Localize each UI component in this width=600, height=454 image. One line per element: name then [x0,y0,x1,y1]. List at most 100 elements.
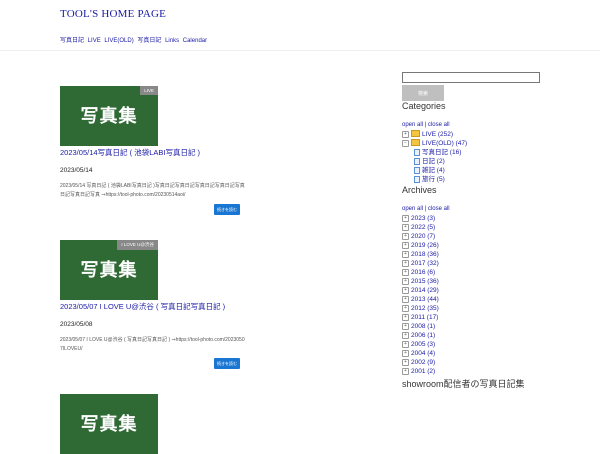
folder-icon [411,129,420,137]
nav-item-live[interactable]: LIVE [88,38,101,44]
nav-item-calendar[interactable]: Calendar [183,38,207,44]
archive-label[interactable]: 2015 (36) [411,278,439,285]
archive-item[interactable]: +2005 (3) [402,340,439,349]
category-item[interactable]: + LIVE (252) [402,129,467,139]
page-icon [414,148,420,156]
expand-icon[interactable]: + [402,232,409,240]
expand-icon[interactable]: + [402,295,409,303]
archive-item[interactable]: +2018 (36) [402,250,439,259]
nav-item-photo-diary[interactable]: 写真日記 [60,38,84,44]
archive-label[interactable]: 2017 (32) [411,260,439,267]
expand-icon[interactable]: + [402,322,409,330]
archive-item[interactable]: +2019 (26) [402,241,439,250]
expand-icon[interactable]: + [402,313,409,321]
expand-icon[interactable]: + [402,367,409,375]
post-title[interactable]: 2023/05/07 I LOVE U@渋谷 ( 写真日記写真日記 ) [60,301,250,312]
post-thumbnail[interactable]: 写真集 LIVE [60,86,158,146]
archive-label[interactable]: 2008 (1) [411,323,435,330]
archive-item[interactable]: +2008 (1) [402,322,439,331]
archives-toggle[interactable]: open all | close all [402,206,450,212]
page-icon [414,175,420,183]
archive-label[interactable]: 2013 (44) [411,296,439,303]
category-label[interactable]: LIVE (252) [422,131,453,138]
category-badge[interactable]: LIVE [140,86,158,95]
expand-icon[interactable]: + [402,358,409,366]
post-title[interactable]: 2023/05/14写真日記 ( 池袋LABI写真日記 ) [60,147,250,158]
archive-label[interactable]: 2004 (4) [411,350,435,357]
expand-icon[interactable]: + [402,349,409,357]
archive-label[interactable]: 2019 (26) [411,242,439,249]
archive-item[interactable]: +2016 (6) [402,268,439,277]
archive-label[interactable]: 2020 (7) [411,233,435,240]
category-item[interactable]: 写真日記 (16) [402,148,467,157]
archive-label[interactable]: 2022 (5) [411,224,435,231]
expand-icon[interactable]: + [402,250,409,258]
archive-item[interactable]: +2013 (44) [402,295,439,304]
expand-icon[interactable]: + [402,259,409,267]
archive-item[interactable]: +2015 (36) [402,277,439,286]
archive-label[interactable]: 2016 (6) [411,269,435,276]
nav-item-links[interactable]: Links [165,38,179,44]
archive-item[interactable]: +2001 (2) [402,367,439,376]
read-more-button[interactable]: 続きを読む [214,358,240,369]
search-input[interactable] [402,72,540,83]
page-icon [414,157,420,165]
category-label[interactable]: 日記 (2) [422,158,445,165]
expand-icon[interactable]: + [402,214,409,222]
category-badge[interactable]: I LOVE U@渋谷 [117,240,158,250]
thumbnail-text: 写真集 [80,106,138,127]
expand-icon[interactable]: + [402,331,409,339]
nav-item-photo-diary-2[interactable]: 写真日記 [137,38,161,44]
category-label[interactable]: 雑記 (4) [422,167,445,174]
post-date: 2023/05/08 [60,321,93,328]
expand-icon[interactable]: + [402,340,409,348]
archive-label[interactable]: 2001 (2) [411,368,435,375]
expand-icon[interactable]: + [402,130,409,138]
archive-label[interactable]: 2002 (9) [411,359,435,366]
archive-label[interactable]: 2012 (35) [411,305,439,312]
category-label[interactable]: LIVE(OLD) (47) [422,140,467,147]
post-thumbnail[interactable]: 写真集 [60,394,158,454]
archive-item[interactable]: +2014 (29) [402,286,439,295]
archive-label[interactable]: 2018 (36) [411,251,439,258]
archive-item[interactable]: +2011 (17) [402,313,439,322]
read-more-button[interactable]: 続きを読む [214,204,240,215]
post-date: 2023/05/14 [60,167,93,174]
site-title[interactable]: TOOL'S HOME PAGE [60,8,166,20]
archive-item[interactable]: +2004 (4) [402,349,439,358]
archive-item[interactable]: +2020 (7) [402,232,439,241]
expand-icon[interactable]: + [402,241,409,249]
category-item[interactable]: 旅行 (5) [402,175,467,184]
expand-icon[interactable]: + [402,223,409,231]
archive-label[interactable]: 2006 (1) [411,332,435,339]
archive-item[interactable]: +2022 (5) [402,223,439,232]
archive-label[interactable]: 2011 (17) [411,314,438,321]
expand-icon[interactable]: + [402,286,409,294]
post-excerpt: 2023/05/14 写真日記 ( 池袋LABI写真日記 )写真日記写真日記写真… [60,183,245,198]
expand-icon[interactable]: + [402,304,409,312]
folder-icon [411,138,420,146]
archive-item[interactable]: +2012 (35) [402,304,439,313]
archive-item[interactable]: +2002 (9) [402,358,439,367]
post-thumbnail[interactable]: 写真集 I LOVE U@渋谷 [60,240,158,300]
category-label[interactable]: 写真日記 (16) [422,149,461,156]
expand-icon[interactable]: + [402,268,409,276]
post-card: 写真集 LIVE 2023/05/14写真日記 ( 池袋LABI写真日記 ) 2… [60,86,250,215]
category-item[interactable]: 日記 (2) [402,157,467,166]
archive-label[interactable]: 2023 (3) [411,215,435,222]
archive-item[interactable]: +2023 (3) [402,214,439,223]
archive-tree: +2023 (3) +2022 (5) +2020 (7) +2019 (26) +20… [402,214,439,376]
showroom-title: showroom配信者の写真日記集 [402,379,525,389]
archive-item[interactable]: +2006 (1) [402,331,439,340]
collapse-icon[interactable]: − [402,139,409,147]
expand-icon[interactable]: + [402,277,409,285]
nav-item-live-old[interactable]: LIVE(OLD) [104,38,133,44]
category-item[interactable]: 雑記 (4) [402,166,467,175]
archive-label[interactable]: 2005 (3) [411,341,435,348]
search-button[interactable]: 検索 [402,85,444,101]
categories-toggle[interactable]: open all | close all [402,122,450,128]
category-label[interactable]: 旅行 (5) [422,176,445,183]
archive-label[interactable]: 2014 (29) [411,287,439,294]
category-item[interactable]: − LIVE(OLD) (47) [402,138,467,148]
archive-item[interactable]: +2017 (32) [402,259,439,268]
